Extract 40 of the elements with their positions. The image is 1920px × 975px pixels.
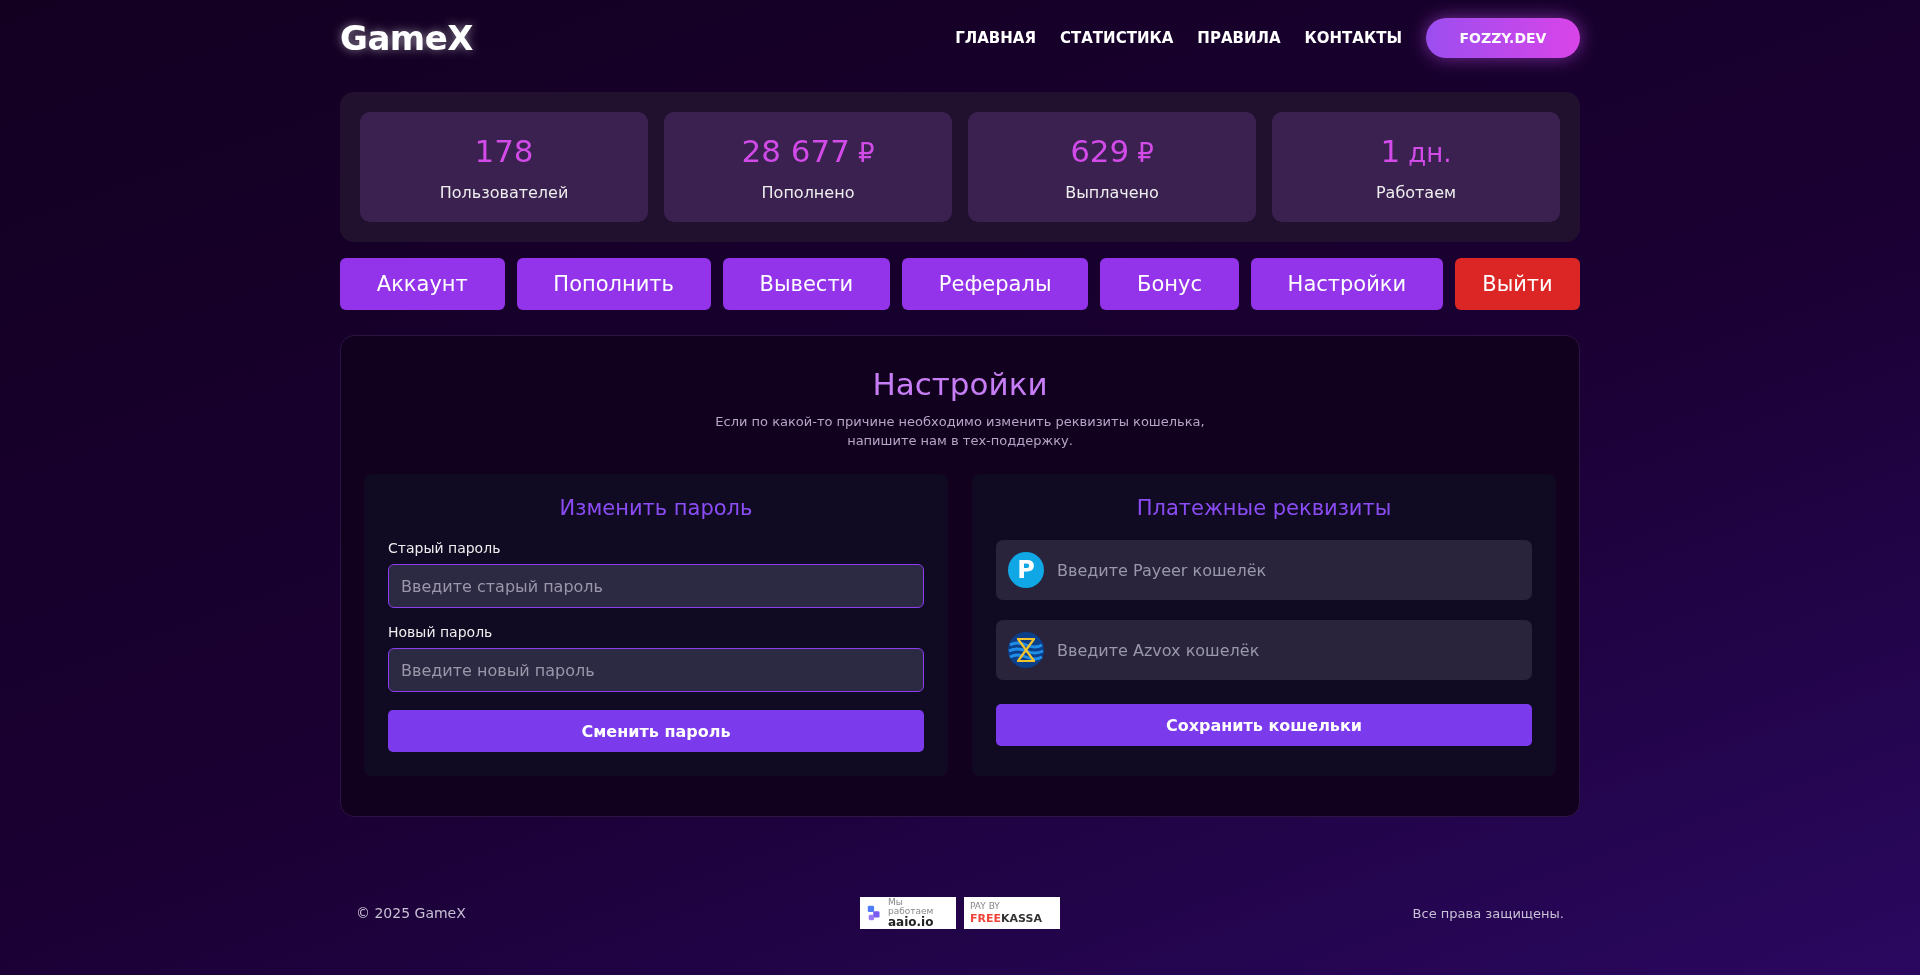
nav-link[interactable]: ПРАВИЛА	[1197, 29, 1281, 47]
menu-button[interactable]: Аккаунт	[340, 258, 505, 310]
site-logo[interactable]: GameX	[340, 18, 474, 58]
password-field[interactable]: Введите старый пароль	[388, 564, 924, 608]
field-label: Новый пароль	[388, 624, 494, 640]
card-title: Платежные реквизиты	[1135, 496, 1393, 520]
password-field[interactable]: Введите новый пароль	[388, 648, 924, 692]
stat-label: Пользователей	[439, 182, 569, 202]
menu-button[interactable]: Вывести	[722, 258, 891, 310]
stat-unit: дн.	[1408, 137, 1452, 168]
stat-unit: ₽	[857, 137, 875, 168]
nav-link[interactable]: КОНТАКТЫ	[1304, 29, 1402, 47]
rights-text: Все права защищены.	[1412, 905, 1564, 921]
menu-button[interactable]: Пополнить	[516, 258, 711, 310]
change-password-button[interactable]: Сменить пароль	[388, 710, 924, 752]
card-title: Изменить пароль	[558, 496, 754, 520]
stat-label: Выплачено	[1065, 182, 1159, 202]
user-button[interactable]: FOZZY.DEV	[1426, 18, 1580, 58]
logout-button[interactable]: Выйти	[1455, 258, 1580, 310]
stat-unit: ₽	[1137, 137, 1154, 168]
payment-badge[interactable]: PAY BY FREEKASSA	[964, 897, 1060, 929]
field-label: Старый пароль	[388, 540, 502, 556]
copyright-text: © 2025 GameX	[356, 905, 467, 921]
stat-label: Пополнено	[761, 182, 855, 202]
stat-value: 629	[1070, 132, 1130, 169]
stat-value: 178	[474, 132, 534, 169]
stat-label: Работаем	[1375, 182, 1457, 202]
save-wallets-button[interactable]: Сохранить кошельки	[996, 704, 1532, 746]
wallet-field[interactable]: Введите Azvox кошелёк	[996, 620, 1532, 680]
notice-text: напишите нам в тех-поддержку.	[847, 432, 1073, 450]
notice-text: Если по какой-то причине необходимо изменить реквизиты кошелька,	[715, 413, 1205, 431]
nav-link[interactable]: СТАТИСТИКА	[1060, 29, 1174, 47]
stat-value: 28 677	[741, 132, 850, 169]
menu-button[interactable]: Рефералы	[902, 258, 1089, 310]
settings-title: Настройки	[872, 366, 1048, 402]
payment-badge[interactable]: Мы работаем aaio.io	[860, 897, 956, 929]
menu-button[interactable]: Настройки	[1250, 258, 1443, 310]
menu-button[interactable]: Бонус	[1100, 258, 1239, 310]
nav-link[interactable]: ГЛАВНАЯ	[955, 29, 1036, 47]
stat-value: 1	[1380, 132, 1401, 169]
